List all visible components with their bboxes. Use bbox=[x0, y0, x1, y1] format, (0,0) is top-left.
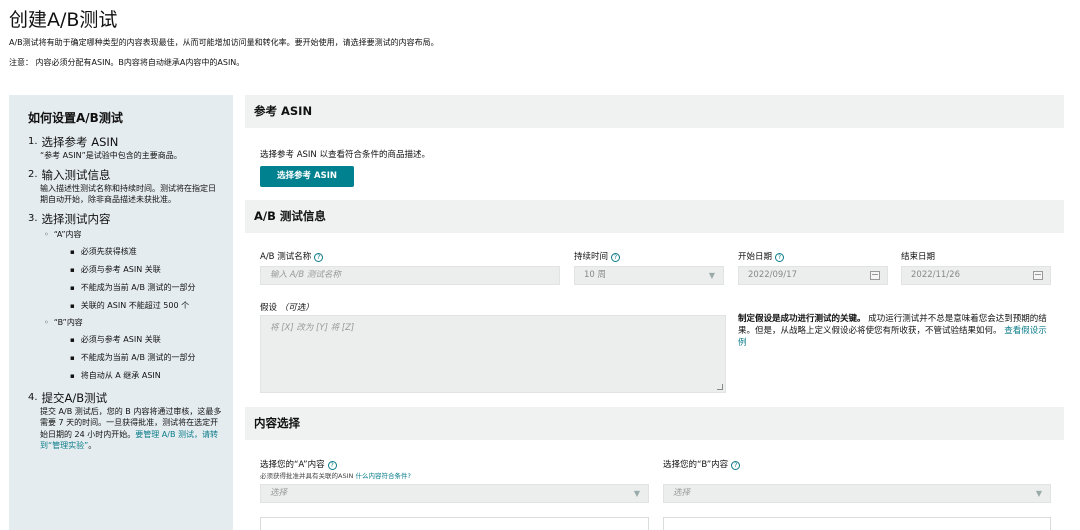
start-date-label: 开始日期? bbox=[738, 250, 785, 262]
list-item: 将自动从 A 继承 ASIN bbox=[70, 367, 223, 385]
test-info-heading: A/B 测试信息 bbox=[245, 200, 1064, 233]
step-number: 1. bbox=[28, 136, 38, 147]
content-b-label: “B”内容 bbox=[53, 317, 83, 327]
duration-value: 10 周 bbox=[584, 270, 607, 280]
content-a-requirements: “A”内容 必须先获得核准 必须与参考 ASIN 关联 不能成为当前 A/B 测… bbox=[44, 227, 223, 315]
calendar-icon[interactable] bbox=[1033, 271, 1043, 280]
hypothesis-label: 假设 （可选） bbox=[260, 301, 314, 313]
step-title: 选择参考 ASIN bbox=[41, 135, 119, 149]
hypothesis-textarea[interactable]: 将 [X] 改为 [Y] 将 [Z] bbox=[260, 315, 726, 393]
content-a-note-text: 必须获得批准并具有关联的ASIN bbox=[260, 472, 354, 480]
help-circle-icon[interactable]: ? bbox=[775, 253, 785, 262]
chevron-down-icon: ▼ bbox=[708, 271, 715, 280]
help-circle-icon[interactable]: ? bbox=[731, 461, 741, 470]
help-sidebar: 如何设置A/B测试 1. 选择参考 ASIN “参考 ASIN”是试验中包含的主要… bbox=[9, 95, 233, 530]
chevron-down-icon: ▼ bbox=[1035, 489, 1042, 498]
step-1: 1. 选择参考 ASIN “参考 ASIN”是试验中包含的主要商品。 bbox=[28, 134, 223, 162]
duration-select[interactable]: 10 周 ▼ bbox=[574, 266, 724, 285]
hypothesis-label-text: 假设 bbox=[260, 303, 278, 313]
step-number: 4. bbox=[28, 391, 38, 403]
content-a-select[interactable]: 选择 ▼ bbox=[260, 484, 649, 503]
start-date-label-text: 开始日期 bbox=[738, 252, 773, 262]
step-4: 4. 提交A/B测试 提交 A/B 测试后，您的 B 内容将通过审核，这最多需要 … bbox=[28, 390, 223, 452]
content-b-requirements: “B”内容 必须与参考 ASIN 关联 不能成为当前 A/B 测试的一部分 将自… bbox=[44, 315, 223, 385]
step-2: 2. 输入测试信息 输入描述性测试名称和持续时间。测试将在指定日期自动开始，除非商… bbox=[28, 167, 223, 206]
step-3: 3.选择测试内容 “A”内容 必须先获得核准 必须与参考 ASIN 关联 不能成… bbox=[28, 211, 223, 385]
hypothesis-help: 制定假设是成功进行测试的关键。 成功运行测试并不总是意味着您会达到预期的结果。但… bbox=[738, 313, 1054, 349]
duration-label-text: 持续时间 bbox=[574, 252, 609, 262]
content-select-heading: 内容选择 bbox=[245, 407, 1064, 440]
content-a-preview bbox=[260, 517, 649, 530]
chevron-down-icon: ▼ bbox=[633, 489, 640, 498]
content-a-note: 必须获得批准并具有关联的ASIN 什么内容符合条件? bbox=[260, 470, 411, 480]
intro-text: A/B测试将有助于确定哪种类型的内容表现最佳，从而可能增加访问量和转化率。要开始… bbox=[9, 38, 439, 47]
test-name-label-text: A/B 测试名称 bbox=[260, 252, 312, 262]
select-ref-asin-button[interactable]: 选择参考 ASIN bbox=[260, 166, 354, 187]
ref-asin-heading: 参考 ASIN bbox=[245, 95, 1064, 128]
hypothesis-placeholder: 将 [X] 改为 [Y] 将 [Z] bbox=[270, 323, 355, 333]
start-date-input[interactable]: 2022/09/17 bbox=[738, 266, 888, 285]
step-title: 选择测试内容 bbox=[41, 211, 111, 226]
calendar-icon[interactable] bbox=[870, 271, 880, 280]
list-item: 不能成为当前 A/B 测试的一部分 bbox=[70, 279, 223, 297]
hypothesis-help-bold: 制定假设是成功进行测试的关键。 bbox=[738, 314, 866, 324]
test-name-input[interactable]: 输入 A/B 测试名称 bbox=[260, 266, 560, 285]
content-b-select-label-text: 选择您的“B”内容 bbox=[663, 460, 729, 470]
content-b-preview bbox=[663, 517, 1051, 530]
step-title: 提交A/B测试 bbox=[41, 390, 108, 405]
content-a-select-label-text: 选择您的“A”内容 bbox=[260, 460, 325, 470]
content-a-label: “A”内容 bbox=[53, 229, 82, 239]
step-title: 输入测试信息 bbox=[41, 167, 111, 182]
eligible-content-link[interactable]: 什么内容符合条件? bbox=[355, 472, 410, 480]
step-desc: 提交 A/B 测试后，您的 B 内容将通过审核，这最多需要 7 天的时间。一旦获… bbox=[28, 406, 223, 452]
optional-tag: （可选） bbox=[279, 303, 314, 313]
end-date-input[interactable]: 2022/11/26 bbox=[901, 266, 1051, 285]
sidebar-title: 如何设置A/B测试 bbox=[28, 111, 123, 125]
ref-asin-desc: 选择参考 ASIN 以查看符合条件的商品描述。 bbox=[260, 150, 430, 160]
content-b-select-label: 选择您的“B”内容? bbox=[663, 458, 741, 470]
step-desc: 输入描述性测试名称和持续时间。测试将在指定日期自动开始，除非商品描述未获批准。 bbox=[40, 183, 216, 205]
list-item: 不能成为当前 A/B 测试的一部分 bbox=[70, 349, 223, 367]
list-item: 必须与参考 ASIN 关联 bbox=[70, 331, 223, 349]
content-a-placeholder: 选择 bbox=[270, 488, 288, 498]
content-a-select-label: 选择您的“A”内容? bbox=[260, 458, 337, 470]
list-item: 必须先获得核准 bbox=[70, 243, 223, 261]
test-name-label: A/B 测试名称? bbox=[260, 250, 324, 262]
help-circle-icon[interactable]: ? bbox=[611, 253, 621, 262]
duration-label: 持续时间? bbox=[574, 250, 621, 262]
note-text: 注意： 内容必须分配有ASIN。B内容将自动继承A内容中的ASIN。 bbox=[9, 58, 245, 67]
step-number: 3. bbox=[28, 212, 38, 224]
step-desc-tail: 。 bbox=[88, 441, 97, 450]
end-date-label: 结束日期 bbox=[901, 252, 936, 262]
page-title: 创建A/B测试 bbox=[9, 9, 118, 31]
help-circle-icon[interactable]: ? bbox=[314, 253, 324, 262]
content-b-select[interactable]: 选择 ▼ bbox=[663, 484, 1051, 503]
resize-handle-icon[interactable] bbox=[717, 384, 723, 390]
content-requirements: “A”内容 必须先获得核准 必须与参考 ASIN 关联 不能成为当前 A/B 测… bbox=[28, 227, 223, 385]
start-date-value: 2022/09/17 bbox=[748, 270, 797, 280]
help-circle-icon[interactable]: ? bbox=[327, 461, 337, 470]
step-desc: “参考 ASIN”是试验中包含的主要商品。 bbox=[40, 151, 182, 160]
list-item: 关联的 ASIN 不能超过 500 个 bbox=[70, 297, 223, 315]
step-number: 2. bbox=[28, 168, 38, 180]
list-item: 必须与参考 ASIN 关联 bbox=[70, 261, 223, 279]
end-date-value: 2022/11/26 bbox=[911, 270, 960, 280]
content-b-placeholder: 选择 bbox=[673, 488, 691, 498]
